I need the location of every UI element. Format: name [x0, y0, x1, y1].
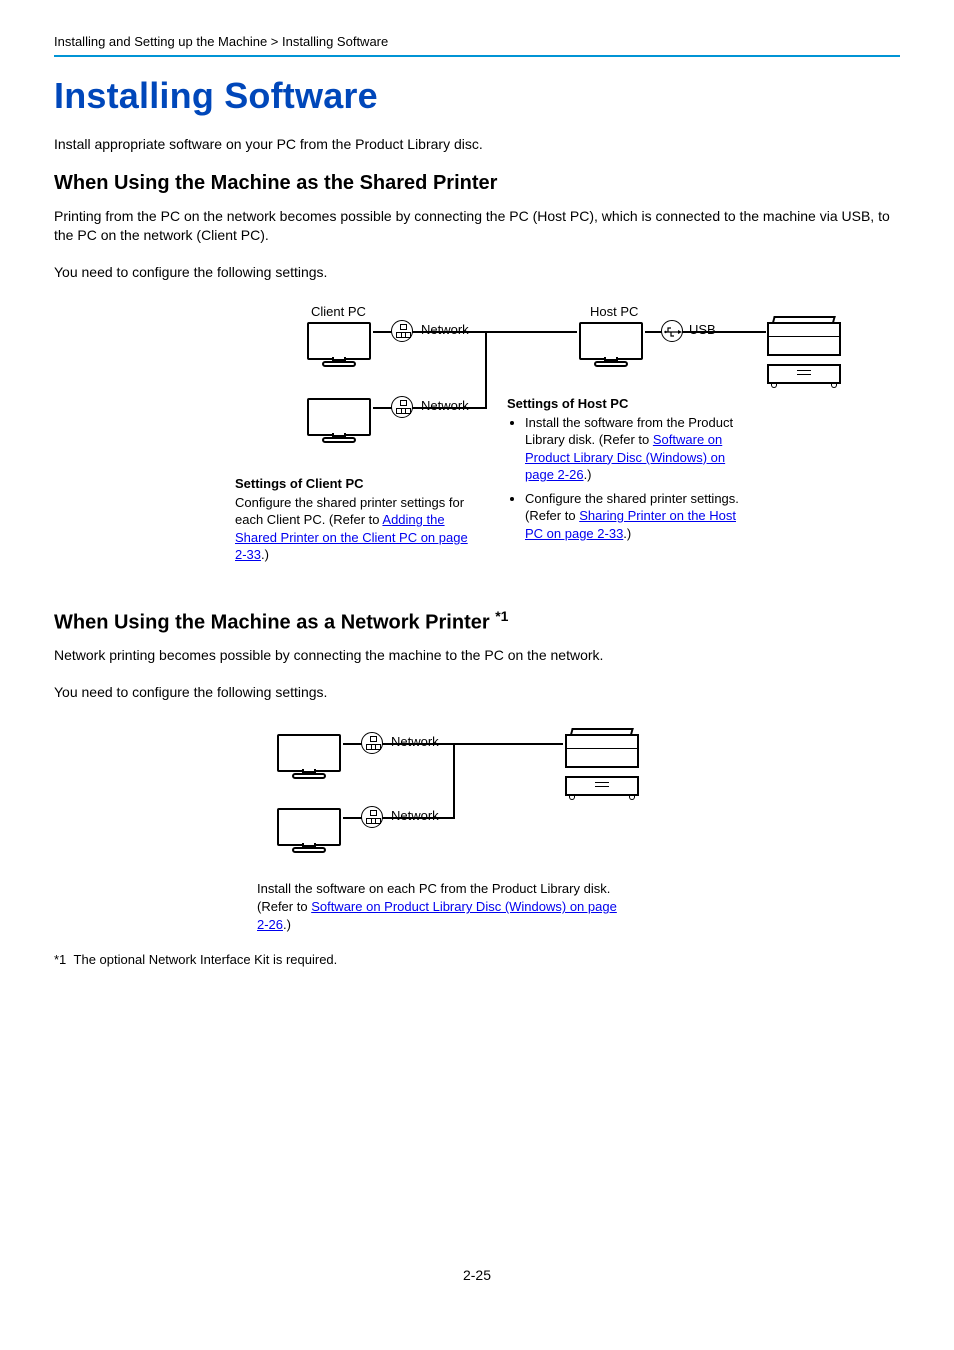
network-label-2: Network: [421, 398, 469, 413]
network-icon: [391, 396, 413, 418]
usb-label: USB: [689, 322, 716, 337]
shared-p1: Printing from the PC on the network beco…: [54, 207, 900, 245]
network-install-text: Install the software on each PC from the…: [257, 880, 627, 935]
client-pc-label: Client PC: [311, 304, 366, 319]
network-p2: You need to configure the following sett…: [54, 683, 900, 702]
settings-host-title: Settings of Host PC: [507, 396, 628, 411]
network-icon: [361, 806, 383, 828]
page-number: 2-25: [54, 1267, 900, 1283]
network-p1: Network printing becomes possible by con…: [54, 646, 900, 665]
client-monitor-1: [307, 322, 371, 367]
usb-icon: [661, 320, 683, 342]
network-printer-heading: When Using the Machine as a Network Prin…: [54, 608, 900, 635]
header-rule: [54, 55, 900, 57]
printer-icon: [767, 316, 841, 388]
printer-icon: [565, 728, 639, 800]
breadcrumb: Installing and Setting up the Machine > …: [54, 34, 900, 49]
host-monitor: [579, 322, 643, 367]
shared-printer-diagram: Client PC Host PC Network Network USB: [167, 300, 787, 580]
settings-client-title: Settings of Client PC: [235, 476, 364, 491]
page-title: Installing Software: [54, 75, 900, 117]
network-printer-diagram: Network Network Install the software on …: [257, 720, 697, 940]
footnote: *1 The optional Network Interface Kit is…: [54, 952, 900, 967]
network-icon: [361, 732, 383, 754]
intro-paragraph: Install appropriate software on your PC …: [54, 135, 900, 154]
client-monitor-2: [307, 398, 371, 443]
link-software-disc-2[interactable]: Software on Product Library Disc (Window…: [257, 899, 617, 932]
shared-printer-heading: When Using the Machine as the Shared Pri…: [54, 172, 900, 195]
network-icon: [391, 320, 413, 342]
network-label-1: Network: [421, 322, 469, 337]
network-label-4: Network: [391, 808, 439, 823]
settings-client-text: Configure the shared printer settings fo…: [235, 494, 475, 564]
network-label-3: Network: [391, 734, 439, 749]
settings-host-list: Install the software from the Product Li…: [507, 414, 753, 543]
net-monitor-1: [277, 734, 341, 779]
shared-p2: You need to configure the following sett…: [54, 263, 900, 282]
host-pc-label: Host PC: [590, 304, 638, 319]
net-monitor-2: [277, 808, 341, 853]
